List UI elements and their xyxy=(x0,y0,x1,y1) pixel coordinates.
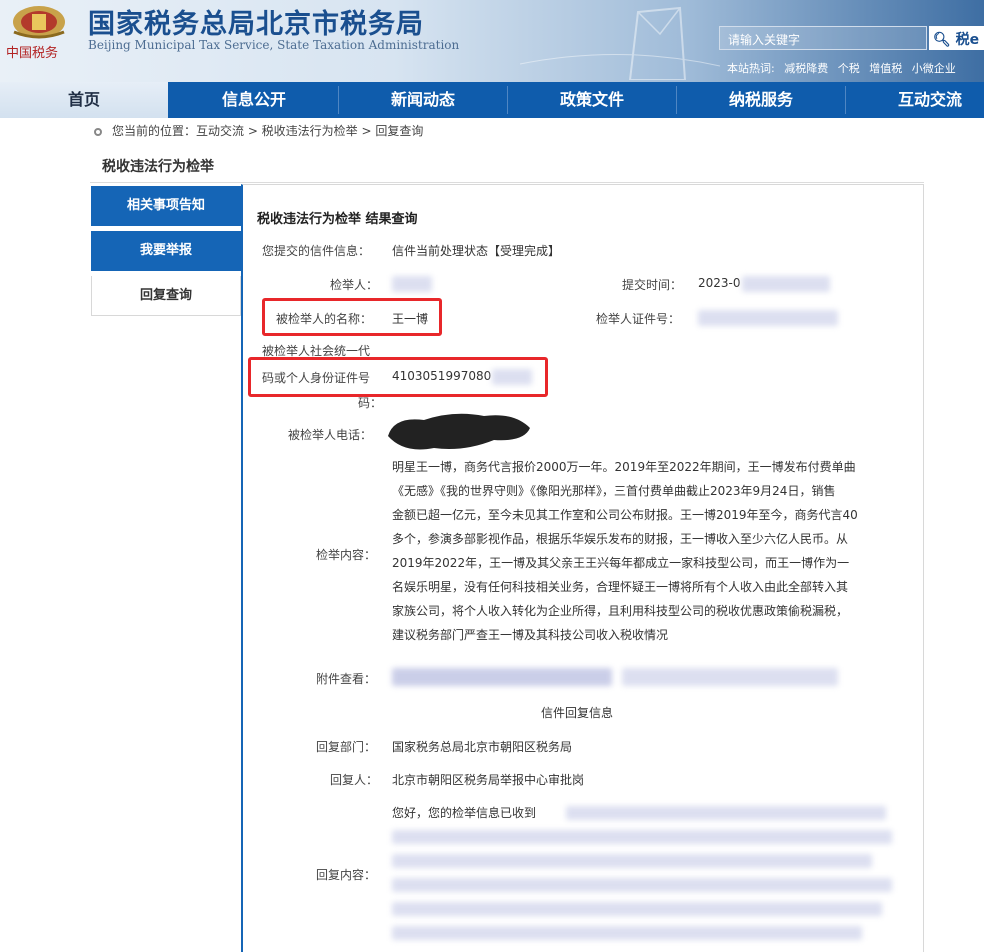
nav-item-interaction[interactable]: 互动交流 xyxy=(846,82,984,118)
nav-item-policy[interactable]: 政策文件 xyxy=(508,82,676,118)
accused-name-value: 王一博 xyxy=(392,312,429,326)
cctv-building-illustration xyxy=(520,6,720,80)
reporter-id-label: 检举人证件号： xyxy=(596,312,681,326)
nav-item-tax-service[interactable]: 纳税服务 xyxy=(677,82,845,118)
section-title: 税收违法行为检举 xyxy=(102,159,214,175)
id-redacted xyxy=(492,369,532,385)
tax-emblem-icon xyxy=(13,6,65,39)
reporter-label: 检举人： xyxy=(330,278,379,292)
attachment-redacted[interactable] xyxy=(622,668,838,686)
reply-redacted-line xyxy=(566,806,886,820)
sidebar-item-notice[interactable]: 相关事项告知 xyxy=(91,186,241,226)
hot-word-link[interactable]: 小微企业 xyxy=(912,62,956,75)
hot-word-link[interactable]: 减税降费 xyxy=(784,62,828,75)
reporter-id-redacted xyxy=(698,310,838,326)
reply-content-label: 回复内容： xyxy=(316,868,377,882)
hot-word-link[interactable]: 个税 xyxy=(838,62,860,75)
search-button[interactable]: 🔍︎ 税e xyxy=(929,26,984,50)
nav-item-info-public[interactable]: 信息公开 xyxy=(170,82,338,118)
nav-item-home[interactable]: 首页 xyxy=(0,82,168,118)
hot-word-link[interactable]: 增值税 xyxy=(869,62,902,75)
phone-label: 被检举人电话： xyxy=(288,428,373,442)
submit-time-value: 2023-0 xyxy=(698,276,741,290)
reply-dept-value: 国家税务总局北京市朝阳区税务局 xyxy=(392,740,573,754)
reply-redacted-line xyxy=(392,830,892,844)
attachment-label: 附件查看： xyxy=(316,672,377,686)
reply-content-start: 您好，您的检举信息已收到 xyxy=(392,806,537,820)
report-content-text: 明星王一博，商务代言报价2000万一年。2019年至2022年期间，王一博发布付… xyxy=(392,460,858,642)
reply-redacted-line xyxy=(392,926,862,940)
section-divider xyxy=(90,182,924,183)
replier-label: 回复人： xyxy=(330,773,379,787)
status-label: 您提交的信件信息： xyxy=(262,244,371,258)
reply-info-header: 信件回复信息 xyxy=(541,706,614,720)
submit-time-label: 提交时间： xyxy=(622,278,683,292)
site-title: 国家税务总局北京市税务局 xyxy=(88,9,424,40)
hot-words-label: 本站热词: xyxy=(727,62,775,75)
search-icon: 🔍︎ xyxy=(933,32,951,48)
reply-redacted-line xyxy=(392,902,882,916)
submit-time-redacted xyxy=(742,276,830,292)
attachment-redacted[interactable] xyxy=(392,668,612,686)
phone-redaction-scribble xyxy=(388,413,530,450)
status-value: 信件当前处理状态【受理完成】 xyxy=(392,244,561,258)
site-title-en: Beijing Municipal Tax Service, State Tax… xyxy=(88,38,460,52)
nav-item-news[interactable]: 新闻动态 xyxy=(339,82,507,118)
reply-dept-label: 回复部门： xyxy=(316,740,377,754)
accused-name-label: 被检举人的名称： xyxy=(276,312,373,326)
content-title: 税收违法行为检举 结果查询 xyxy=(257,212,418,227)
hot-words: 本站热词: 减税降费 个税 增值税 小微企业 xyxy=(727,60,962,76)
reporter-redacted xyxy=(392,276,432,292)
id-label-line3: 码： xyxy=(358,396,383,410)
replier-value: 北京市朝阳区税务局举报中心审批岗 xyxy=(392,773,585,787)
reply-redacted-line xyxy=(392,854,872,868)
brand-subtitle: 中国税务 xyxy=(6,46,59,61)
location-pin-icon xyxy=(94,127,102,136)
sidebar-item-reply-query[interactable]: 回复查询 xyxy=(91,276,241,316)
search-input[interactable]: 请输入关键字 xyxy=(719,26,927,50)
reply-redacted-line xyxy=(392,878,892,892)
report-content-label: 检举内容： xyxy=(316,548,377,562)
sidebar-item-report[interactable]: 我要举报 xyxy=(91,231,241,271)
id-label-line2: 码或个人身份证件号 xyxy=(262,371,371,385)
site-header: 中国税务 国家税务总局北京市税务局 Beijing Municipal Tax … xyxy=(0,0,984,82)
id-value: 4103051997080 xyxy=(392,369,492,383)
breadcrumb: 您当前的位置：互动交流 > 税收违法行为检举 > 回复查询 xyxy=(94,122,423,139)
